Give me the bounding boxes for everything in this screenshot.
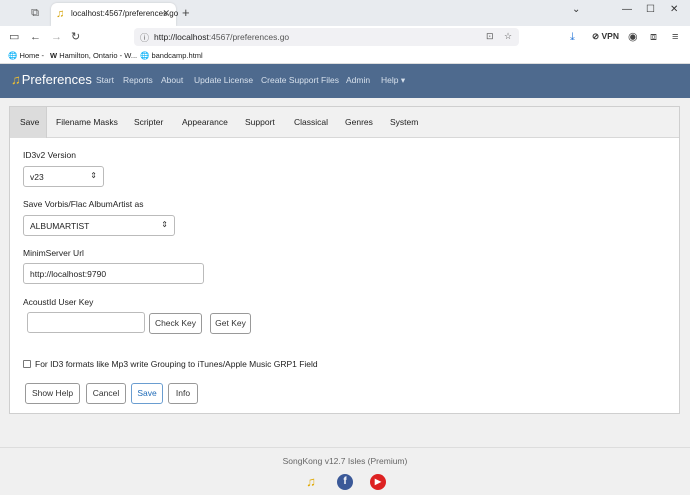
save-button[interactable]: Save (131, 383, 163, 404)
footer: SongKong v12.7 Isles (Premium) ♫ f ▶ (0, 447, 690, 495)
acoustid-key-label: AcoustId User Key (23, 297, 94, 307)
tab-appearance[interactable]: Appearance (182, 107, 228, 138)
reader-mode-icon[interactable]: ⊡ (486, 31, 494, 42)
check-key-button[interactable]: Check Key (149, 313, 202, 334)
close-tab-icon[interactable]: ✕ (162, 8, 170, 19)
reload-icon[interactable]: ↻ (71, 30, 80, 44)
facebook-icon[interactable]: f (337, 474, 353, 490)
cancel-button[interactable]: Cancel (86, 383, 126, 404)
nav-update-license[interactable]: Update License (194, 75, 253, 85)
sidebar-toggle-icon[interactable]: ▭ (9, 30, 19, 44)
get-key-button[interactable]: Get Key (210, 313, 251, 334)
browser-tab[interactable]: ♫ localhost:4567/preferences.go ✕ (51, 3, 178, 26)
minimize-icon[interactable]: — (622, 4, 632, 15)
info-button[interactable]: Info (168, 383, 198, 404)
bookmarks-bar: 🌐 Home - W Hamilton, Ontario - W... 🌐 ba… (0, 48, 690, 64)
page-info-icon[interactable]: ⓘ (140, 31, 149, 44)
version-text: SongKong v12.7 Isles (Premium) (282, 456, 408, 466)
close-window-icon[interactable]: ✕ (670, 4, 678, 15)
menu-icon[interactable]: ≡ (672, 30, 678, 44)
grouping-grp1-checkbox[interactable] (23, 360, 31, 368)
tab-scripter[interactable]: Scripter (134, 107, 163, 138)
download-icon[interactable]: ⤓ (570, 30, 575, 44)
minimserver-url-label: MinimServer Url (23, 248, 84, 258)
bookmark-home[interactable]: 🌐 Home - (8, 51, 44, 60)
browser-tab-bar: ⧉ ♫ localhost:4567/preferences.go ✕ + ⌄ … (0, 0, 690, 26)
tab-genres[interactable]: Genres (345, 107, 373, 138)
id3-version-label: ID3v2 Version (23, 150, 76, 160)
nav-reports[interactable]: Reports (123, 75, 153, 85)
nav-start[interactable]: Start (96, 75, 114, 85)
url-text: http://localhost:4567/preferences.go (154, 32, 290, 42)
vpn-button[interactable]: ⊘ VPN (592, 31, 619, 42)
vorbis-albumartist-label: Save Vorbis/Flac AlbumArtist as (23, 199, 144, 209)
nav-create-support-files[interactable]: Create Support Files (261, 75, 339, 85)
tab-sidebar-icon[interactable]: ⧉ (28, 6, 42, 20)
select-arrows-icon: ⇕ (90, 171, 97, 180)
tab-list-chevron-icon[interactable]: ⌄ (572, 4, 580, 15)
vorbis-albumartist-select[interactable]: ALBUMARTIST ⇕ (23, 215, 175, 236)
maximize-icon[interactable]: ☐ (646, 4, 655, 15)
new-tab-icon[interactable]: + (182, 5, 190, 20)
acoustid-key-input[interactable] (27, 312, 145, 333)
grouping-grp1-label: For ID3 formats like Mp3 write Grouping … (35, 359, 318, 369)
bookmark-bandcamp[interactable]: 🌐 bandcamp.html (140, 51, 203, 60)
tab-support[interactable]: Support (245, 107, 275, 138)
select-arrows-icon: ⇕ (161, 220, 168, 229)
browser-toolbar: ▭ ← → ↻ ⓘ http://localhost:4567/preferen… (0, 26, 690, 48)
preferences-tabs: Save Filename Masks Scripter Appearance … (10, 107, 679, 138)
tab-filename-masks[interactable]: Filename Masks (56, 107, 118, 138)
nav-about[interactable]: About (161, 75, 183, 85)
songkong-logo-icon: ♫ (11, 72, 21, 87)
minimserver-url-input[interactable] (23, 263, 204, 284)
nav-admin[interactable]: Admin (346, 75, 370, 85)
tab-save[interactable]: Save (10, 107, 47, 138)
bookmark-star-icon[interactable]: ☆ (504, 31, 512, 42)
bookmark-hamilton[interactable]: W Hamilton, Ontario - W... (50, 51, 137, 60)
preferences-card: Save Filename Masks Scripter Appearance … (9, 106, 680, 414)
tab-system[interactable]: System (390, 107, 418, 138)
tab-classical[interactable]: Classical (294, 107, 328, 138)
back-icon[interactable]: ← (30, 30, 41, 44)
extensions-icon[interactable]: ⧈ (650, 30, 657, 44)
songkong-logo-icon[interactable]: ♫ (303, 474, 319, 490)
forward-icon[interactable]: → (51, 30, 62, 44)
show-help-button[interactable]: Show Help (25, 383, 80, 404)
brand[interactable]: ♫Preferences (11, 72, 92, 87)
nav-help[interactable]: Help ▾ (381, 75, 405, 86)
songkong-favicon-icon: ♫ (56, 8, 65, 20)
youtube-icon[interactable]: ▶ (370, 474, 386, 490)
id3-version-select[interactable]: v23 ⇕ (23, 166, 104, 187)
app-navbar: ♫Preferences Start Reports About Update … (0, 64, 690, 98)
account-icon[interactable]: ◉ (628, 30, 638, 44)
address-bar[interactable]: ⓘ http://localhost:4567/preferences.go ⊡… (134, 28, 519, 46)
